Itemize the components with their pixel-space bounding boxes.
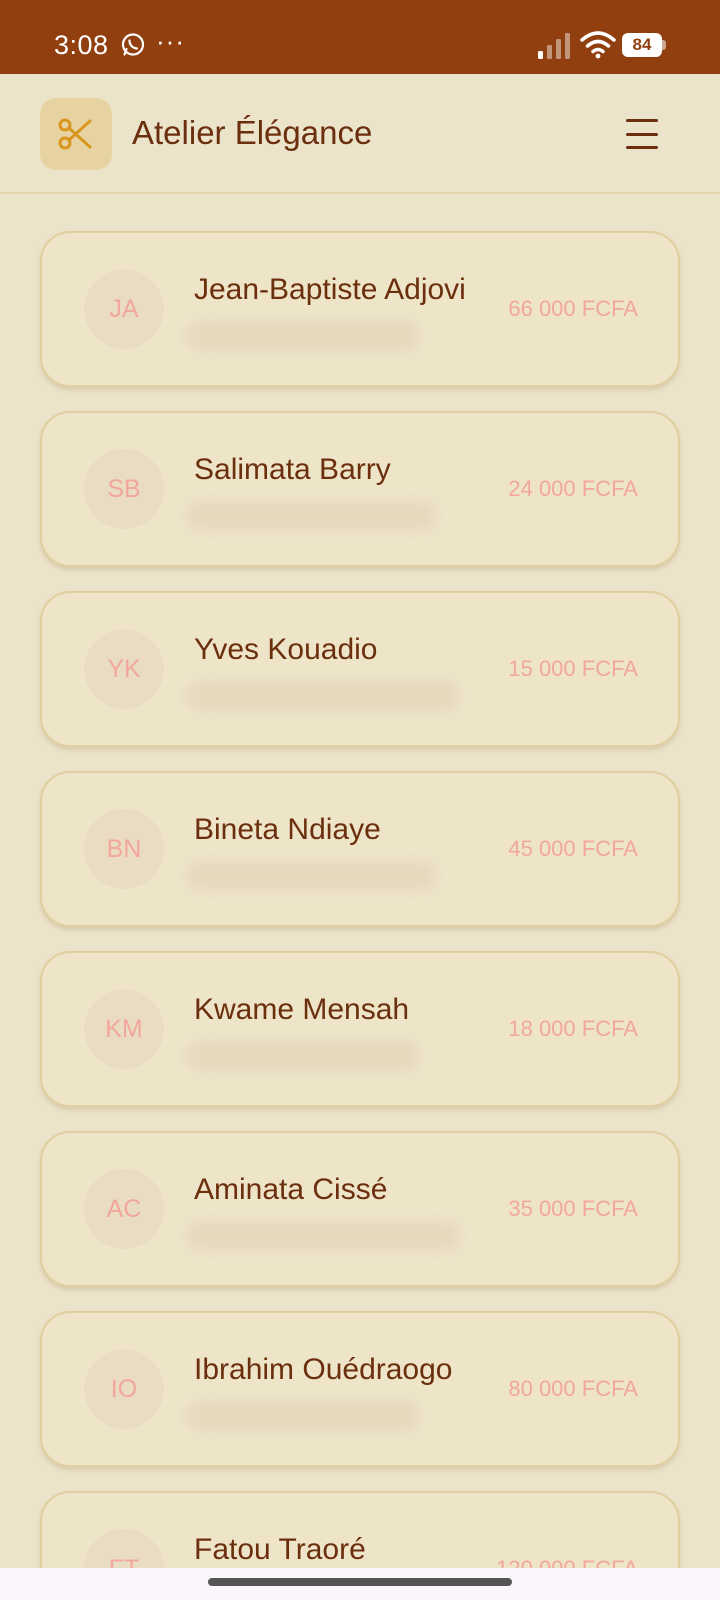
client-card[interactable]: AC Aminata Cissé 35 000 FCFA bbox=[40, 1131, 680, 1287]
client-amount: 66 000 FCFA bbox=[508, 296, 638, 321]
client-name: Fatou Traoré bbox=[194, 1533, 366, 1566]
client-amount: 120 000 FCFA bbox=[496, 1553, 638, 1568]
client-amount: 45 000 FCFA bbox=[508, 836, 638, 861]
client-list[interactable]: JA Jean-Baptiste Adjovi 66 000 FCFA SB S… bbox=[0, 194, 720, 1568]
client-phone-redacted bbox=[187, 1221, 459, 1251]
client-card[interactable]: IO Ibrahim Ouédraogo 80 000 FCFA bbox=[40, 1311, 680, 1467]
app-header: Atelier Élégance bbox=[0, 74, 720, 194]
client-avatar: YK bbox=[84, 629, 164, 709]
client-name: Jean-Baptiste Adjovi bbox=[194, 273, 466, 306]
client-avatar: SB bbox=[84, 449, 164, 529]
client-card[interactable]: BN Bineta Ndiaye 45 000 FCFA bbox=[40, 771, 680, 927]
signal-icon bbox=[538, 33, 570, 59]
client-phone-redacted bbox=[187, 681, 459, 711]
client-name: Bineta Ndiaye bbox=[194, 813, 381, 846]
client-avatar: BN bbox=[84, 809, 164, 889]
more-notifications-indicator: ··· bbox=[156, 26, 185, 56]
wifi-icon bbox=[580, 31, 616, 59]
client-name: Aminata Cissé bbox=[194, 1173, 388, 1206]
client-amount: 15 000 FCFA bbox=[508, 656, 638, 681]
client-amount: 35 000 FCFA bbox=[508, 1196, 638, 1221]
client-amount: 18 000 FCFA bbox=[508, 1016, 638, 1041]
battery-level: 84 bbox=[622, 33, 662, 57]
system-navigation-bar bbox=[0, 1568, 720, 1600]
client-amount: 24 000 FCFA bbox=[508, 476, 638, 501]
hamburger-menu-icon[interactable] bbox=[620, 114, 664, 154]
menu-line bbox=[626, 146, 658, 149]
scissors-icon bbox=[58, 118, 92, 150]
client-avatar: KM bbox=[84, 989, 164, 1069]
client-name: Salimata Barry bbox=[194, 453, 391, 486]
client-avatar: JA bbox=[84, 269, 164, 349]
client-avatar: FT bbox=[84, 1529, 164, 1568]
client-phone-redacted bbox=[187, 1041, 419, 1071]
client-phone-redacted bbox=[187, 321, 419, 351]
client-avatar: IO bbox=[84, 1349, 164, 1429]
client-name: Ibrahim Ouédraogo bbox=[194, 1353, 453, 1386]
client-avatar: AC bbox=[84, 1169, 164, 1249]
client-card[interactable]: JA Jean-Baptiste Adjovi 66 000 FCFA bbox=[40, 231, 680, 387]
app-logo bbox=[40, 98, 112, 170]
client-phone-redacted bbox=[187, 501, 435, 531]
menu-line bbox=[626, 119, 658, 122]
client-phone-redacted bbox=[187, 861, 435, 891]
status-time: 3:08 bbox=[54, 30, 109, 60]
client-name: Yves Kouadio bbox=[194, 633, 378, 666]
app-title: Atelier Élégance bbox=[132, 114, 373, 151]
client-phone-redacted bbox=[187, 1401, 419, 1431]
menu-line bbox=[626, 132, 658, 136]
client-card[interactable]: SB Salimata Barry 24 000 FCFA bbox=[40, 411, 680, 567]
client-card[interactable]: FT Fatou Traoré 120 000 FCFA bbox=[40, 1491, 680, 1568]
client-amount: 80 000 FCFA bbox=[508, 1376, 638, 1401]
whatsapp-icon bbox=[121, 33, 145, 56]
battery-icon: 84 bbox=[622, 33, 666, 57]
client-card[interactable]: YK Yves Kouadio 15 000 FCFA bbox=[40, 591, 680, 747]
status-bar: 3:08 ··· 84 bbox=[0, 0, 720, 74]
home-gesture-handle[interactable] bbox=[208, 1578, 512, 1586]
client-card[interactable]: KM Kwame Mensah 18 000 FCFA bbox=[40, 951, 680, 1107]
client-name: Kwame Mensah bbox=[194, 993, 410, 1026]
battery-tip bbox=[662, 40, 666, 50]
